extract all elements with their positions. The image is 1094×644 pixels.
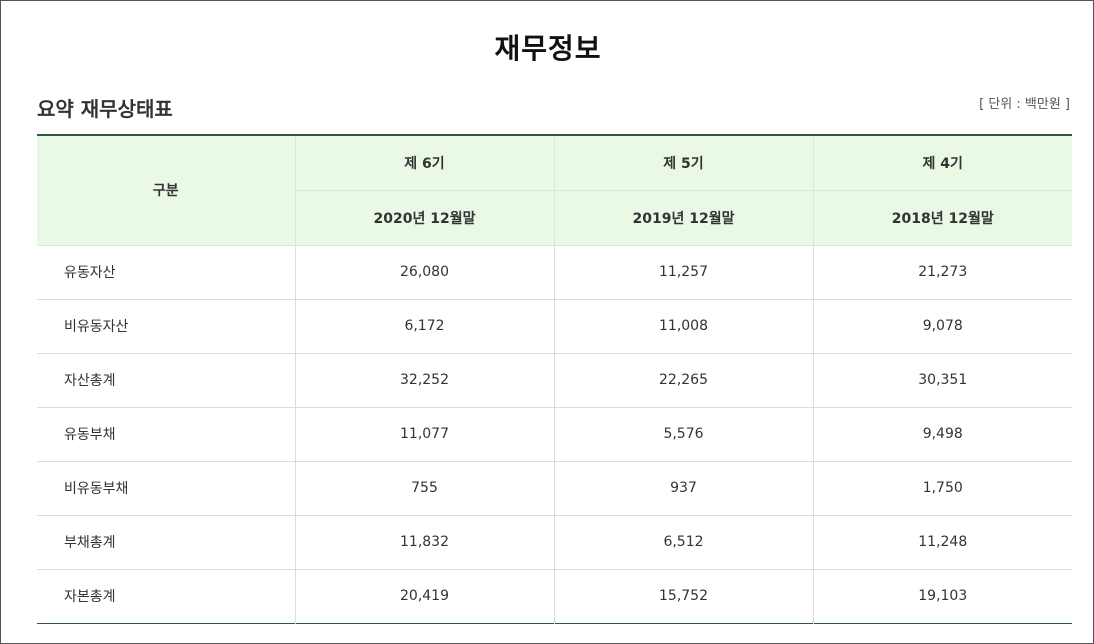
table-cell: 9,078 — [812, 299, 1072, 354]
content-frame: 재무정보 요약 재무상태표 [ 단위 : 백만원 ] 구분 제 6기 제 5기 … — [0, 0, 1094, 644]
row-label: 자본총계 — [64, 589, 116, 605]
table-cell: 6,512 — [553, 515, 813, 570]
table-cell: 15,752 — [553, 569, 813, 623]
table-row: 비유동자산 6,172 11,008 9,078 — [37, 299, 1072, 354]
table-cell: 20,419 — [294, 569, 554, 623]
table-row: 유동자산 26,080 11,257 21,273 — [37, 245, 1072, 300]
table-cell: 11,008 — [553, 299, 813, 354]
table-cell: 30,351 — [812, 353, 1072, 408]
term-header: 제 6기 — [294, 135, 554, 191]
header-row-terms: 구분 제 6기 제 5기 제 4기 — [37, 135, 1072, 246]
table-row: 유동부채 11,077 5,576 9,498 — [37, 407, 1072, 462]
row-label: 유동부채 — [37, 407, 295, 462]
date-header: 2020년 12월말 — [294, 190, 554, 246]
row-label: 비유동자산 — [37, 299, 295, 354]
table-cell: 32,252 — [294, 353, 554, 408]
table-cell: 937 — [553, 461, 813, 516]
table-cell: 19,103 — [812, 569, 1072, 623]
table-cell: 26,080 — [294, 245, 554, 300]
table-cell: 9,498 — [812, 407, 1072, 462]
table-cell: 22,265 — [553, 353, 813, 408]
unit-note: [ 단위 : 백만원 ] — [979, 97, 1070, 112]
term-header: 제 4기 — [812, 135, 1072, 191]
table-cell: 11,077 — [294, 407, 554, 462]
table-cell: 11,248 — [812, 515, 1072, 570]
section-title: 요약 재무상태표 — [37, 97, 173, 121]
table-row: 자본총계 20,419 15,752 19,103 — [37, 569, 1072, 623]
table-cell: 21,273 — [812, 245, 1072, 300]
date-header: 2018년 12월말 — [812, 190, 1072, 246]
page-title: 재무정보 — [494, 32, 602, 65]
row-label: 비유동부채 — [37, 461, 295, 516]
table-cell: 755 — [294, 461, 554, 516]
table-cell: 6,172 — [294, 299, 554, 354]
table-row: 비유동부채 755 937 1,750 — [37, 461, 1072, 516]
table-row: 부채총계 11,832 6,512 11,248 — [37, 515, 1072, 570]
row-label: 유동자산 — [37, 245, 295, 300]
date-header: 2019년 12월말 — [553, 190, 813, 246]
table-cell: 11,257 — [553, 245, 813, 300]
table-row: 자산총계 32,252 22,265 30,351 — [37, 353, 1072, 408]
table-cell: 11,832 — [294, 515, 554, 570]
table-cell: 1,750 — [812, 461, 1072, 516]
balance-sheet-table: 구분 제 6기 제 5기 제 4기 2020년 12월말 2019년 12월말 … — [37, 134, 1072, 624]
row-label: 부채총계 — [37, 515, 295, 570]
table-cell: 5,576 — [553, 407, 813, 462]
corner-header: 구분 — [37, 135, 295, 246]
row-label: 자산총계 — [37, 353, 295, 408]
term-header: 제 5기 — [553, 135, 813, 191]
